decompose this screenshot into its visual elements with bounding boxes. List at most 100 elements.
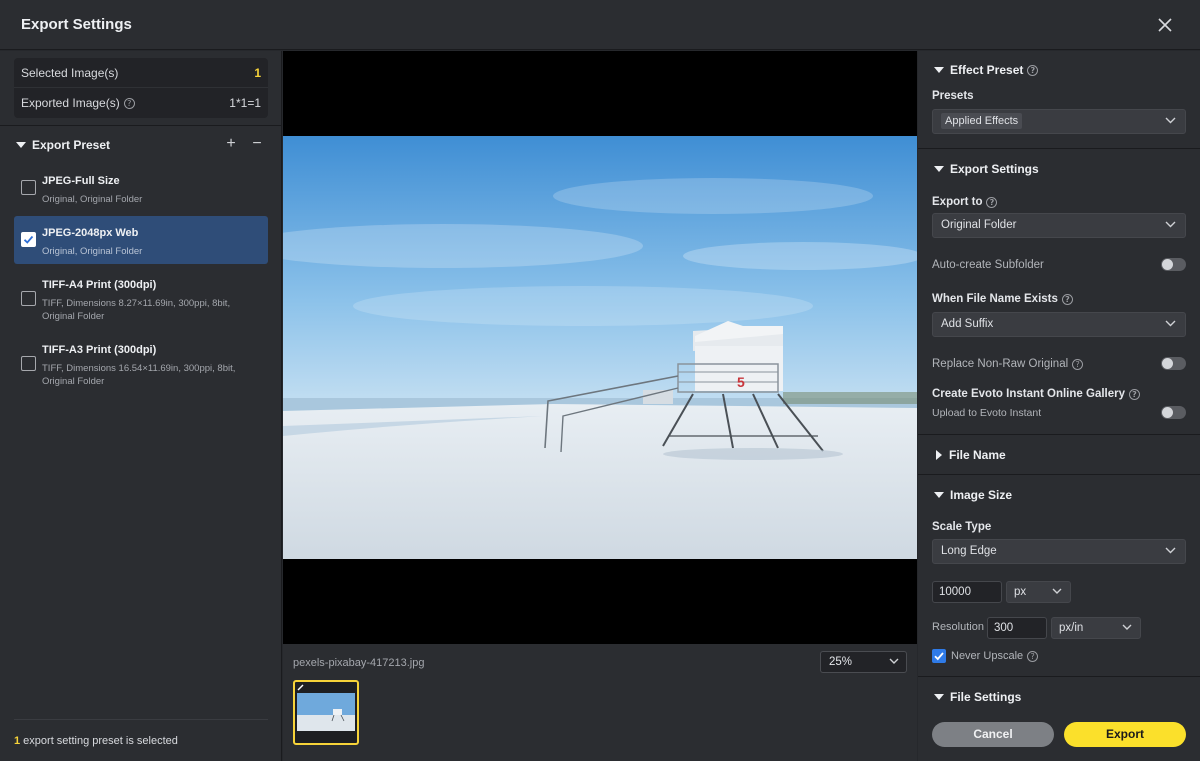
preview-canvas[interactable]: 5 [283,51,917,644]
help-icon[interactable]: ? [1129,388,1140,400]
chevron-down-icon [1165,117,1176,124]
help-icon[interactable]: ? [1027,650,1039,662]
exported-images-value: 1*1=1 [229,96,261,110]
thumbnail-image [297,693,355,731]
preset-desc-line2: Original Folder [42,376,105,387]
chevron-down-icon [1122,624,1132,630]
chevron-down-icon [889,658,899,664]
resolution-unit-value: px/in [1059,622,1084,634]
file-exists-label-row: When File Name Exists ? [932,293,1073,305]
divider [918,474,1200,475]
collapse-triangle-icon [934,67,944,73]
replace-original-label: Replace Non-Raw Original [932,358,1069,370]
gallery-toggle[interactable] [1161,406,1186,419]
window-title: Export Settings [21,16,132,33]
collapse-triangle-icon [16,142,26,148]
footer-divider [14,719,268,720]
right-panel: Effect Preset ? Presets Applied Effects … [918,51,1200,761]
preset-item-tiff-a4[interactable]: TIFF-A4 Print (300dpi) TIFF, Dimensions … [14,273,268,329]
file-exists-select[interactable]: Add Suffix [932,312,1186,337]
preset-item-jpeg-2048px-web[interactable]: JPEG-2048px Web Original, Original Folde… [14,216,268,264]
presets-label: Presets [932,90,974,102]
file-settings-header[interactable]: File Settings [934,690,1021,704]
applied-effects-tag: Applied Effects [941,113,1023,129]
preview-image: 5 [283,136,917,559]
left-panel: Selected Image(s) 1 Exported Image(s)? 1… [0,51,282,761]
export-preset-header[interactable]: Export Preset [16,138,110,152]
help-icon[interactable]: ? [1061,293,1073,305]
preset-checkbox[interactable] [21,356,36,371]
help-icon[interactable]: ? [1027,64,1039,76]
image-size-title: Image Size [950,488,1013,502]
gallery-sublabel: Upload to Evoto Instant [932,407,1042,419]
help-icon[interactable]: ? [1072,358,1084,370]
file-name-title: File Name [949,448,1006,462]
edited-pencil-icon [297,684,304,691]
divider [918,676,1200,677]
cancel-button[interactable]: Cancel [932,722,1054,747]
preview-area: 5 pexels-pixabay-417213.jpg 25% [283,51,917,761]
image-thumbnail[interactable] [293,680,359,745]
replace-original-label-row: Replace Non-Raw Original ? [932,358,1084,370]
effect-presets-select[interactable]: Applied Effects [932,109,1186,134]
replace-original-toggle[interactable] [1161,357,1186,370]
zoom-select[interactable]: 25% [820,651,907,673]
export-settings-header[interactable]: Export Settings [934,162,1039,176]
gallery-label: Create Evoto Instant Online Gallery [932,388,1125,400]
add-preset-button[interactable]: + [224,136,238,152]
scale-type-select[interactable]: Long Edge [932,539,1186,564]
beach-lifeguard-tower-photo: 5 [283,136,917,559]
zoom-value: 25% [829,656,853,668]
export-preset-title: Export Preset [32,138,111,152]
scale-type-label: Scale Type [932,521,992,533]
image-filename: pexels-pixabay-417213.jpg [293,657,425,669]
export-to-select[interactable]: Original Folder [932,213,1186,238]
help-icon[interactable]: ? [986,196,998,208]
preset-desc: TIFF, Dimensions 8.27×11.69in, 300ppi, 8… [42,297,268,323]
file-settings-title: File Settings [950,690,1022,704]
chevron-down-icon [1165,320,1176,327]
preset-checkbox[interactable] [21,291,36,306]
preset-checkbox[interactable] [21,180,36,195]
close-icon[interactable] [1154,14,1176,36]
auto-subfolder-toggle[interactable] [1161,258,1186,271]
scale-type-value: Long Edge [941,545,997,557]
resolution-input[interactable]: 300 [987,617,1047,639]
export-to-value: Original Folder [941,219,1017,231]
selected-images-row: Selected Image(s) 1 [14,58,268,88]
effect-preset-header[interactable]: Effect Preset ? [934,63,1039,77]
preset-desc: TIFF, Dimensions 16.54×11.69in, 300ppi, … [42,362,268,388]
chevron-down-icon [1165,221,1176,228]
never-upscale-checkbox[interactable] [932,649,946,663]
export-button[interactable]: Export [1064,722,1186,747]
selected-images-value: 1 [254,65,261,80]
resolution-unit-select[interactable]: px/in [1051,617,1141,639]
image-size-header[interactable]: Image Size [934,488,1012,502]
collapse-triangle-icon [934,492,944,498]
tower-number: 5 [737,374,745,390]
remove-preset-button[interactable]: − [250,136,264,152]
size-unit-select[interactable]: px [1006,581,1071,603]
preset-name: TIFF-A4 Print (300dpi) [42,279,157,291]
auto-subfolder-label: Auto-create Subfolder [932,259,1044,271]
preset-checkbox-checked[interactable] [21,232,36,247]
help-icon[interactable]: ? [123,98,135,110]
file-exists-value: Add Suffix [941,318,994,330]
preset-desc-line2: Original Folder [42,311,105,322]
gallery-label-row: Create Evoto Instant Online Gallery ? [932,388,1140,400]
collapse-triangle-icon [934,166,944,172]
divider [0,125,282,126]
preset-item-tiff-a3[interactable]: TIFF-A3 Print (300dpi) TIFF, Dimensions … [14,338,268,394]
collapse-triangle-icon [934,694,944,700]
preset-actions: + − [224,136,264,152]
divider [918,148,1200,149]
file-name-header[interactable]: File Name [936,448,1006,462]
expand-triangle-icon [936,450,942,460]
preset-item-jpeg-full-size[interactable]: JPEG-Full Size Original, Original Folder [14,169,268,213]
export-to-label: Export to [932,196,983,208]
export-to-label-row: Export to ? [932,196,998,208]
preset-desc-line1: TIFF, Dimensions 16.54×11.69in, 300ppi, … [42,363,236,374]
preset-desc: Original, Original Folder [42,194,143,205]
size-input[interactable]: 10000 [932,581,1002,603]
divider [918,434,1200,435]
